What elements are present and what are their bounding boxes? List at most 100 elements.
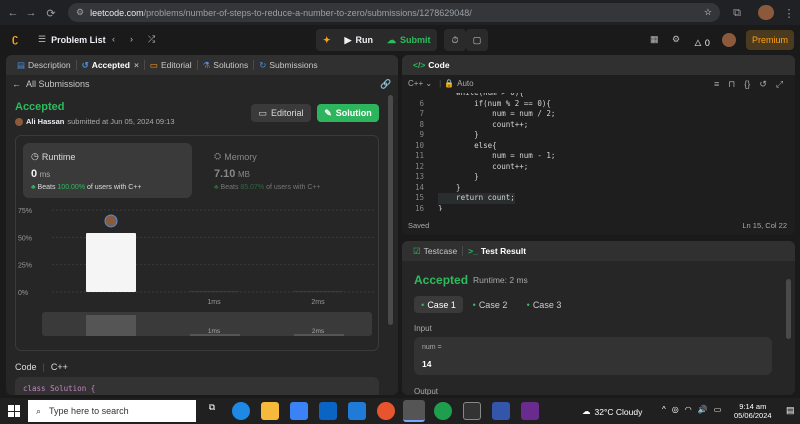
chevron-up-icon[interactable]: ^ — [662, 405, 666, 414]
code-line: } — [438, 182, 461, 192]
terminal-icon[interactable] — [463, 402, 481, 420]
scrollbar[interactable] — [786, 279, 791, 339]
tab-test-result[interactable]: >_ Test Result — [463, 241, 531, 261]
address-bar[interactable]: ⚙ leetcode.com/problems/number-of-steps-… — [68, 3, 720, 22]
task-view-icon[interactable]: ⧉ — [203, 402, 221, 420]
code-editor-panel: </> Code C++ ⌄ | 🔒 Auto ≡ ⊓ {} ↺ ⤢ while… — [402, 55, 795, 235]
clock[interactable]: 9:14 am 05/06/2024 — [734, 402, 772, 420]
link-icon[interactable]: 🔗 — [380, 79, 391, 90]
mongodb-compass-icon[interactable] — [434, 402, 452, 420]
run-button[interactable]: ▶ Run — [338, 29, 380, 51]
file-explorer-icon[interactable] — [261, 402, 279, 420]
case-1-tab[interactable]: • Case 1 — [414, 296, 463, 313]
weather-widget[interactable]: ☁ 32°C Cloudy — [582, 406, 642, 417]
run-label: Run — [355, 35, 373, 45]
reload-icon[interactable]: ⟳ — [42, 4, 60, 22]
code-line: } — [438, 203, 443, 212]
distribution-bar[interactable] — [189, 290, 239, 292]
user-avatar[interactable] — [722, 33, 736, 47]
tab-description[interactable]: ▤ Description — [12, 55, 76, 75]
shuffle-icon[interactable]: ⤮ — [148, 34, 155, 45]
input-var-value: 14 — [422, 359, 432, 369]
line-number: 6 — [419, 98, 424, 108]
flask-icon: ⚗ — [202, 59, 211, 70]
line-number: 12 — [414, 161, 424, 171]
star-icon[interactable]: ☆ — [704, 7, 712, 18]
line-number: 9 — [419, 130, 424, 139]
tab-submissions[interactable]: ↻ Submissions — [254, 55, 322, 75]
taskbar-search-box[interactable]: ⌕ Type here to search — [28, 400, 196, 422]
prev-problem-icon[interactable]: ‹ — [112, 34, 115, 44]
solution-button[interactable]: ✎ Solution — [317, 104, 379, 122]
vscode-icon[interactable] — [348, 402, 366, 420]
tab-testcase[interactable]: ☑ Testcase — [408, 241, 462, 261]
streak-counter[interactable]: 🜂 0 — [694, 34, 710, 52]
tab-solutions[interactable]: ⚗ Solutions — [198, 55, 254, 75]
tab-test-result-label: Test Result — [480, 246, 527, 256]
site-info-icon[interactable]: ⚙ — [76, 7, 84, 18]
volume-icon[interactable]: 🔊 — [698, 405, 708, 414]
submitted-timestamp: submitted at Jun 05, 2024 09:13 — [67, 117, 175, 126]
case-3-tab[interactable]: • Case 3 — [522, 296, 566, 313]
distribution-bar[interactable] — [86, 232, 136, 292]
battery-icon[interactable]: ▭ — [714, 405, 722, 414]
editorial-button[interactable]: ▭ Editorial — [251, 104, 311, 122]
runtime-card[interactable]: ◷ Runtime 0 ms ♣ Beats 100.00% of users … — [23, 143, 192, 198]
username[interactable]: Ali Hassan — [26, 117, 64, 126]
timer-icon[interactable]: ⏱ — [444, 29, 466, 51]
postman-icon[interactable] — [377, 402, 395, 420]
tab-editorial[interactable]: ▭ Editorial — [145, 55, 197, 75]
runtime-distribution-chart[interactable]: 75% 50% 25% 0% 1ms 2ms 1ms 2ms — [16, 202, 380, 352]
reset-icon[interactable]: ↺ — [759, 79, 767, 90]
solution-button-label: Solution — [335, 108, 372, 118]
submit-button[interactable]: ☁ Submit — [380, 29, 438, 51]
tab-accepted[interactable]: ↺ Accepted × — [77, 55, 144, 75]
close-tab-icon[interactable]: × — [134, 60, 139, 70]
expand-icon[interactable]: ⤢ — [776, 79, 783, 90]
bookmark-icon[interactable]: ⊓ — [728, 79, 735, 90]
runtime-unit: ms — [39, 170, 51, 179]
settings-gear-icon[interactable]: ⚙ — [672, 34, 680, 45]
mode-label[interactable]: Auto — [457, 79, 473, 88]
tab-code[interactable]: </> Code — [408, 55, 455, 75]
notes-icon[interactable]: ▢ — [466, 29, 488, 51]
back-arrow-icon[interactable]: ← — [4, 4, 22, 22]
forward-arrow-icon[interactable]: → — [22, 4, 40, 22]
memory-card[interactable]: ⛭ Memory 7.10 MB ♣ Beats 85.07% of users… — [206, 143, 375, 198]
wifi-icon[interactable]: ◠ — [685, 405, 692, 414]
problem-list-label: Problem List — [51, 34, 106, 45]
scrollbar[interactable] — [388, 95, 393, 325]
case-2-tab[interactable]: • Case 2 — [468, 296, 512, 313]
distribution-bar[interactable] — [293, 290, 343, 292]
chrome-icon[interactable] — [403, 400, 425, 422]
code-area[interactable]: while(num > 0){6 if(num % 2 == 0){7 num … — [402, 93, 795, 211]
layout-grid-icon[interactable]: ▦ — [650, 34, 659, 45]
leetcode-logo-icon[interactable]: ʗ — [12, 33, 18, 45]
line-number: 10 — [414, 140, 424, 150]
notifications-icon[interactable]: ▤ — [786, 405, 795, 416]
next-problem-icon[interactable]: › — [130, 34, 133, 44]
cursor-position: Ln 15, Col 22 — [742, 221, 787, 230]
code-line: return count; — [438, 193, 515, 204]
premium-button[interactable]: Premium — [746, 30, 794, 50]
store-icon[interactable] — [290, 402, 308, 420]
dev-app-icon[interactable] — [521, 402, 539, 420]
edge-browser-icon[interactable] — [232, 402, 250, 420]
format-icon[interactable]: ≡ — [714, 79, 719, 90]
minimap-label: 2ms — [312, 328, 325, 335]
location-icon[interactable]: ◎ — [672, 405, 679, 414]
extensions-icon[interactable]: ⧉ — [728, 4, 746, 22]
mail-icon[interactable] — [319, 402, 337, 420]
windows-start-icon[interactable] — [8, 405, 20, 417]
line-number: 14 — [414, 182, 424, 192]
memory-unit: MB — [237, 170, 250, 179]
profile-avatar[interactable] — [758, 5, 774, 20]
url-host: leetcode.com — [90, 7, 144, 18]
debug-button[interactable]: ✦ — [316, 29, 338, 51]
devtools-icon[interactable] — [492, 402, 510, 420]
language-select[interactable]: C++ ⌄ — [408, 79, 432, 88]
braces-icon[interactable]: {} — [744, 79, 750, 90]
problem-list-link[interactable]: ☰ Problem List — [38, 34, 106, 45]
all-submissions-link[interactable]: ← All Submissions — [12, 79, 90, 89]
menu-kebab-icon[interactable]: ⋮ — [780, 4, 798, 22]
